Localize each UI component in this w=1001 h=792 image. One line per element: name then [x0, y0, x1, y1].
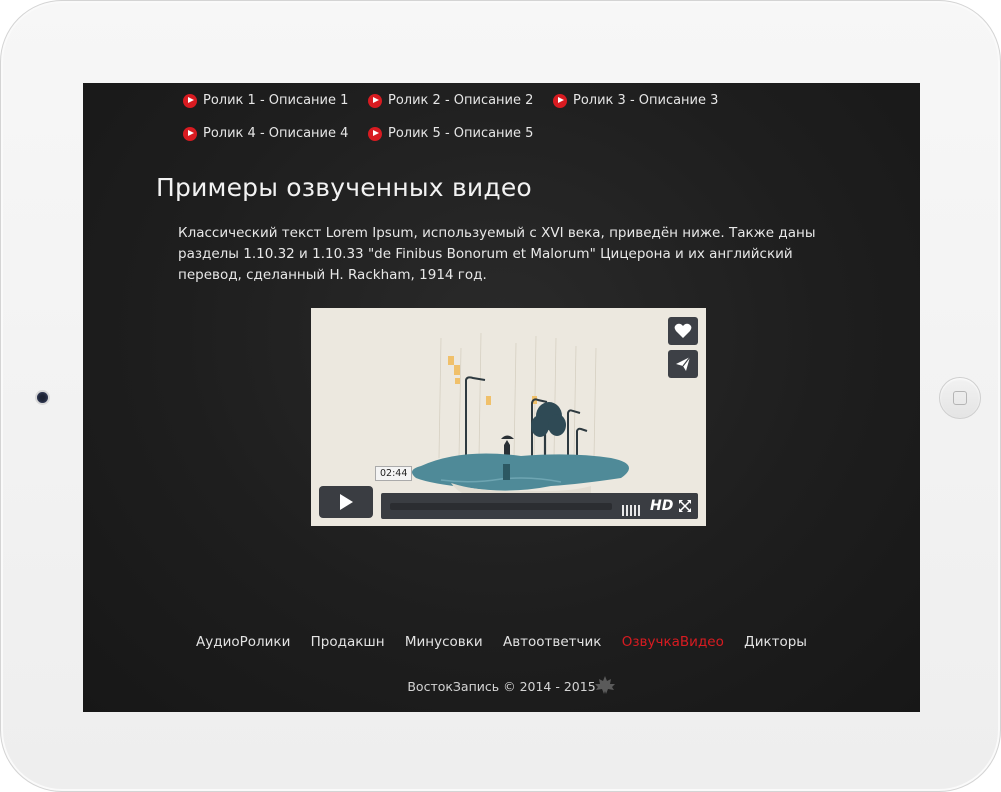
control-bar: HD	[381, 493, 698, 519]
youtube-play-icon	[183, 93, 197, 108]
maple-leaf-icon	[595, 676, 615, 694]
video-link-label: Ролик 2 - Описание 2	[388, 93, 534, 108]
copyright-text: ВостокЗапись © 2014 - 2015	[407, 679, 596, 694]
play-icon	[340, 494, 353, 510]
page-title: Примеры озвученных видео	[156, 173, 532, 202]
footer-link-production[interactable]: Продакшн	[311, 634, 385, 650]
play-button[interactable]	[319, 486, 373, 518]
video-player[interactable]: 02:44 HD	[311, 308, 706, 526]
page-description: Классический текст Lorem Ipsum, использу…	[178, 225, 816, 283]
video-link-label: Ролик 4 - Описание 4	[203, 126, 349, 141]
video-link-2[interactable]: Ролик 2 - Описание 2	[368, 93, 533, 108]
video-link-1[interactable]: Ролик 1 - Описание 1	[183, 93, 348, 108]
video-link-4[interactable]: Ролик 4 - Описание 4	[183, 126, 348, 141]
footer-link-autoanswer[interactable]: Автоответчик	[503, 634, 601, 650]
paper-plane-icon	[676, 356, 691, 371]
home-button[interactable]	[939, 377, 981, 419]
youtube-play-icon	[368, 93, 382, 108]
time-tooltip: 02:44	[375, 466, 413, 481]
youtube-play-icon	[553, 93, 567, 108]
video-link-3[interactable]: Ролик 3 - Описание 3	[553, 93, 718, 108]
footer-nav: АудиоРолики Продакшн Минусовки Автоответ…	[83, 634, 920, 650]
youtube-play-icon	[368, 126, 382, 141]
hd-toggle[interactable]: HD	[650, 498, 673, 514]
share-button[interactable]	[668, 350, 698, 378]
camera-lens	[37, 392, 48, 403]
footer-link-minus[interactable]: Минусовки	[405, 634, 483, 650]
youtube-play-icon	[183, 126, 197, 141]
tablet-frame: Ролик 1 - Описание 1 Ролик 2 - Описание …	[0, 0, 1001, 792]
footer-link-speakers[interactable]: Дикторы	[744, 634, 807, 650]
heart-icon	[674, 323, 692, 338]
footer-link-audio[interactable]: АудиоРолики	[196, 634, 290, 650]
home-square-icon	[953, 391, 967, 405]
video-link-5[interactable]: Ролик 5 - Описание 5	[368, 126, 533, 141]
progress-bar[interactable]	[390, 503, 612, 510]
video-link-label: Ролик 1 - Описание 1	[203, 93, 349, 108]
web-page: Ролик 1 - Описание 1 Ролик 2 - Описание …	[83, 83, 920, 712]
footer-link-video-dubbing[interactable]: ОзвучкаВидео	[622, 634, 724, 650]
volume-bars-icon[interactable]	[622, 501, 642, 516]
video-link-label: Ролик 3 - Описание 3	[573, 93, 719, 108]
video-link-label: Ролик 5 - Описание 5	[388, 126, 534, 141]
like-button[interactable]	[668, 317, 698, 345]
fullscreen-icon[interactable]	[678, 499, 692, 513]
